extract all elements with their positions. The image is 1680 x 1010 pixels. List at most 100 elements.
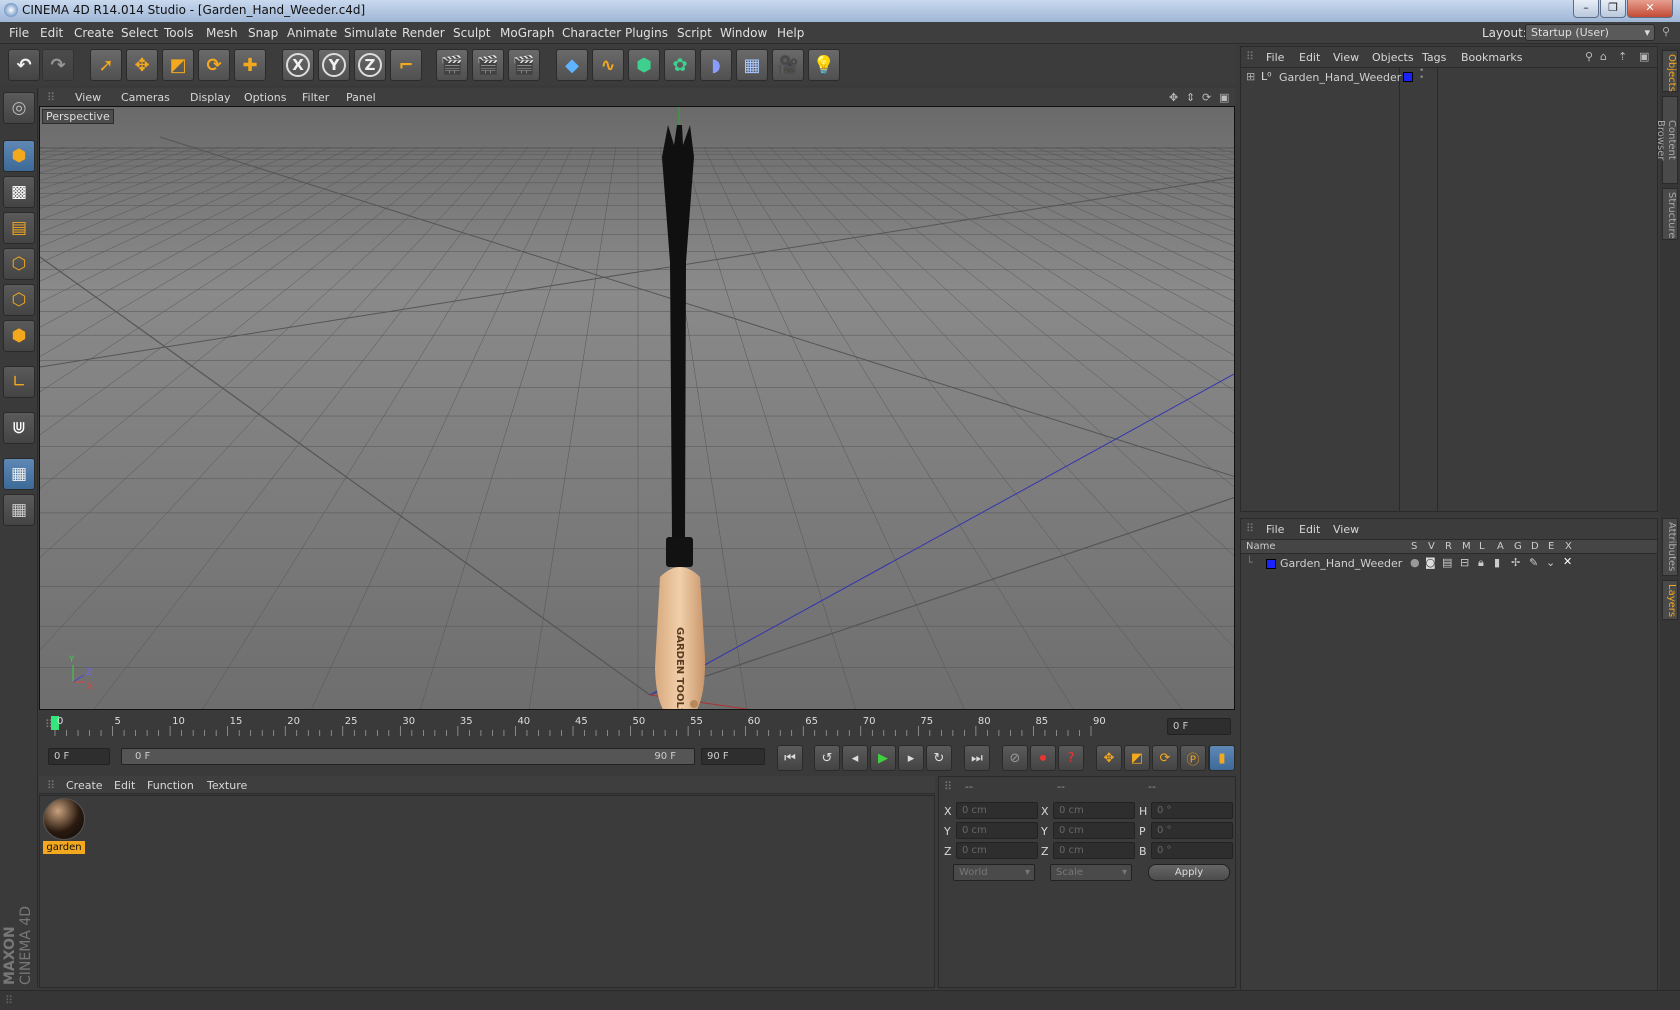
- cube-button[interactable]: ◆: [556, 49, 588, 81]
- polygons-mode-button[interactable]: ⬢: [3, 320, 35, 352]
- menu-file[interactable]: File: [9, 26, 29, 40]
- close-button[interactable]: ✕: [1627, 0, 1673, 18]
- object-home-icon[interactable]: ⌂: [1600, 50, 1607, 63]
- coord-size-x-field[interactable]: 0 cm: [1053, 802, 1135, 819]
- object-row[interactable]: ⊞ L⁰ Garden_Hand_Weeder • •: [1241, 67, 1657, 86]
- coord-mode-select[interactable]: Scale ▾: [1050, 864, 1132, 881]
- layer-menu-view[interactable]: View: [1333, 523, 1359, 536]
- weeder-model[interactable]: GARDEN TOOLS: [655, 125, 706, 710]
- coord-rot-h-field[interactable]: 0 °: [1151, 802, 1233, 819]
- tab-structure[interactable]: Structure: [1662, 188, 1678, 240]
- autokey-button[interactable]: ⏺: [1030, 745, 1056, 771]
- layout-select[interactable]: Startup (User) ▾: [1525, 24, 1655, 41]
- next-key-button[interactable]: ↻: [926, 745, 952, 771]
- menu-script[interactable]: Script: [677, 26, 712, 40]
- workplane-rotate-button[interactable]: ▦: [3, 494, 35, 526]
- expressions-icon[interactable]: ⌄: [1546, 556, 1555, 569]
- viewport-menu-options[interactable]: Options: [244, 91, 286, 104]
- render-icon[interactable]: ▤: [1442, 556, 1452, 569]
- tab-objects[interactable]: Objects: [1662, 50, 1678, 92]
- model-mode-button[interactable]: ⬢: [3, 140, 35, 172]
- axis-mode-button[interactable]: ∟: [3, 366, 35, 398]
- coord-size-y-field[interactable]: 0 cm: [1053, 822, 1135, 839]
- viewport-menu-view[interactable]: View: [75, 91, 101, 104]
- record-keys-button[interactable]: ⊘: [1002, 745, 1028, 771]
- render-picture-viewer-button[interactable]: 🎬: [472, 49, 504, 81]
- edges-mode-button[interactable]: ⬡: [3, 284, 35, 316]
- current-frame-field[interactable]: 0 F: [1167, 718, 1231, 735]
- coord-pos-x-field[interactable]: 0 cm: [956, 802, 1038, 819]
- apply-button[interactable]: Apply: [1148, 864, 1230, 881]
- start-frame-field[interactable]: 0 F: [48, 748, 110, 765]
- manager-icon[interactable]: ⊟: [1460, 556, 1469, 569]
- menu-animate[interactable]: Animate: [287, 26, 337, 40]
- deformers-icon[interactable]: ✎: [1529, 556, 1538, 569]
- rotate-button[interactable]: ⟳: [198, 49, 230, 81]
- viewport-menu-panel[interactable]: Panel: [346, 91, 376, 104]
- workplane-button[interactable]: ▤: [3, 212, 35, 244]
- render-settings-button[interactable]: 🎬: [508, 49, 540, 81]
- spline-button[interactable]: ∿: [592, 49, 624, 81]
- solo-icon[interactable]: ●: [1410, 556, 1420, 569]
- menu-character[interactable]: Character: [562, 26, 621, 40]
- key-position-button[interactable]: ✥: [1096, 745, 1122, 771]
- points-mode-button[interactable]: ⬡: [3, 248, 35, 280]
- light-button[interactable]: 💡: [808, 49, 840, 81]
- menu-simulate[interactable]: Simulate: [344, 26, 397, 40]
- frame-range-slider[interactable]: 0 F 90 F: [121, 748, 695, 765]
- deformer-button[interactable]: ◗: [700, 49, 732, 81]
- layer-name[interactable]: Garden_Hand_Weeder: [1280, 557, 1402, 570]
- keyframe-help-button[interactable]: ?: [1058, 745, 1084, 771]
- x-axis-button[interactable]: X: [282, 49, 314, 81]
- material-swatch[interactable]: garden: [43, 798, 85, 858]
- key-param-button[interactable]: Ⓟ: [1180, 745, 1206, 771]
- goto-start-button[interactable]: ⏮: [777, 745, 803, 771]
- viewport-rotate-icon[interactable]: ⟳: [1202, 91, 1211, 104]
- object-search-icon[interactable]: ⚲: [1585, 50, 1593, 63]
- prev-frame-button[interactable]: ◂: [842, 745, 868, 771]
- layer-menu-edit[interactable]: Edit: [1299, 523, 1320, 536]
- tab-content-browser[interactable]: Content Browser: [1655, 96, 1678, 184]
- coord-rot-b-field[interactable]: 0 °: [1151, 842, 1233, 859]
- menu-select[interactable]: Select: [121, 26, 158, 40]
- view-eye-icon[interactable]: ◙: [1425, 556, 1436, 569]
- layer-color-swatch[interactable]: [1266, 559, 1276, 569]
- play-button[interactable]: ▶: [870, 745, 896, 771]
- menu-window[interactable]: Window: [720, 26, 767, 40]
- texture-mode-button[interactable]: ▩: [3, 176, 35, 208]
- layer-row[interactable]: └ Garden_Hand_Weeder ● ◙ ▤ ⊟ 🔒︎ ▮ ✢ ✎ ⌄ …: [1241, 555, 1657, 572]
- key-scale-button[interactable]: ◩: [1124, 745, 1150, 771]
- add-button[interactable]: ✚: [234, 49, 266, 81]
- next-frame-button[interactable]: ▸: [898, 745, 924, 771]
- y-axis-button[interactable]: Y: [318, 49, 350, 81]
- scale-button[interactable]: ◩: [162, 49, 194, 81]
- coord-pos-z-field[interactable]: 0 cm: [956, 842, 1038, 859]
- material-menu-function[interactable]: Function: [147, 779, 194, 792]
- object-menu-tags[interactable]: Tags: [1422, 51, 1446, 64]
- maximize-button[interactable]: ❐: [1600, 0, 1626, 18]
- timeline[interactable]: ⠿ 0 5 10 15 20 25 30 35 40 45 50 55 60 65 70 75 80 85 90 0…: [39, 712, 1235, 740]
- material-menu-texture[interactable]: Texture: [207, 779, 247, 792]
- object-menu-file[interactable]: File: [1266, 51, 1284, 64]
- nurbs-button[interactable]: ⬢: [628, 49, 660, 81]
- xref-icon[interactable]: ✕: [1563, 555, 1572, 568]
- object-layer-swatch[interactable]: [1403, 72, 1413, 82]
- end-frame-field[interactable]: 90 F: [701, 748, 765, 765]
- generators-icon[interactable]: ✢: [1511, 556, 1520, 569]
- tab-attributes[interactable]: Attributes: [1662, 518, 1678, 576]
- snap-button[interactable]: ⋓: [3, 412, 35, 444]
- viewport-menu-cameras[interactable]: Cameras: [121, 91, 170, 104]
- coord-size-z-field[interactable]: 0 cm: [1053, 842, 1135, 859]
- object-menu-view[interactable]: View: [1333, 51, 1359, 64]
- viewport-zoom-icon[interactable]: ⇕: [1186, 91, 1195, 104]
- object-menu-objects[interactable]: Objects: [1372, 51, 1414, 64]
- coord-pos-y-field[interactable]: 0 cm: [956, 822, 1038, 839]
- tab-layers[interactable]: Layers: [1662, 580, 1678, 620]
- layer-menu-file[interactable]: File: [1266, 523, 1284, 536]
- viewport-maximize-icon[interactable]: ▣: [1219, 91, 1229, 104]
- key-rotation-button[interactable]: ⟳: [1152, 745, 1178, 771]
- redo-button[interactable]: ↷: [42, 49, 74, 81]
- coordinate-system-button[interactable]: ⌐: [390, 49, 422, 81]
- menu-mograph[interactable]: MoGraph: [500, 26, 555, 40]
- object-menu-edit[interactable]: Edit: [1299, 51, 1320, 64]
